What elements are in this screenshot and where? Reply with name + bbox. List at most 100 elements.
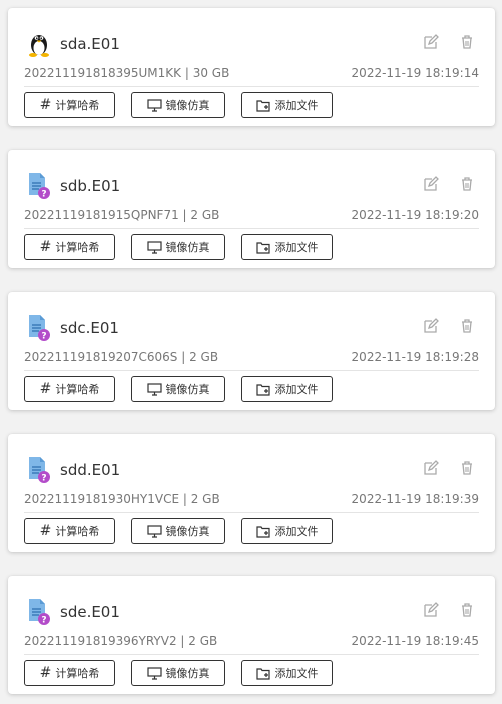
mirror-emulation-button[interactable]: 镜像仿真	[131, 660, 225, 686]
mirror-emulation-button[interactable]: 镜像仿真	[131, 234, 225, 260]
image-id-size: 20221119181915QPNF71 | 2 GB	[24, 208, 220, 222]
mirror-emulation-button[interactable]: 镜像仿真	[131, 376, 225, 402]
image-timestamp: 2022-11-19 18:19:28	[351, 350, 479, 364]
monitor-icon	[146, 524, 162, 538]
image-name: sdb.E01	[60, 177, 121, 195]
monitor-icon	[146, 98, 162, 112]
hash-icon: #	[39, 523, 52, 539]
image-timestamp: 2022-11-19 18:19:45	[351, 634, 479, 648]
delete-icon[interactable]	[459, 460, 475, 476]
image-card: ? sdd.E01 20221119181930HY1VCE | 2 GB 20…	[8, 434, 495, 552]
svg-text:?: ?	[41, 332, 46, 342]
card-buttons: # 计算哈希 镜像仿真 添加文件	[24, 660, 333, 686]
mirror-emulation-label: 镜像仿真	[165, 667, 210, 680]
hash-icon: #	[39, 665, 52, 681]
delete-icon[interactable]	[459, 318, 475, 334]
add-folder-icon	[255, 383, 270, 396]
compute-hash-button[interactable]: # 计算哈希	[24, 92, 115, 118]
divider	[24, 370, 479, 371]
unknown-document-icon: ?	[26, 171, 52, 201]
add-file-label: 添加文件	[274, 241, 319, 254]
card-buttons: # 计算哈希 镜像仿真 添加文件	[24, 92, 333, 118]
image-card: ? sdc.E01 202211191819207C606S | 2 GB 20…	[8, 292, 495, 410]
card-actions	[423, 34, 475, 50]
card-actions	[423, 460, 475, 476]
mirror-emulation-button[interactable]: 镜像仿真	[131, 518, 225, 544]
card-meta: 20221119181930HY1VCE | 2 GB 2022-11-19 1…	[24, 492, 479, 506]
compute-hash-button[interactable]: # 计算哈希	[24, 660, 115, 686]
hash-icon: #	[39, 381, 52, 397]
add-folder-icon	[255, 99, 270, 112]
card-meta: 202211191818395UM1KK | 30 GB 2022-11-19 …	[24, 66, 479, 80]
card-header: ? sdb.E01	[26, 170, 120, 202]
add-file-label: 添加文件	[274, 667, 319, 680]
image-name: sda.E01	[60, 35, 120, 53]
image-timestamp: 2022-11-19 18:19:14	[351, 66, 479, 80]
image-card-list: sda.E01 202211191818395UM1KK | 30 GB 202…	[0, 0, 502, 704]
edit-icon[interactable]	[423, 176, 439, 192]
unknown-document-icon: ?	[26, 597, 52, 627]
mirror-emulation-label: 镜像仿真	[165, 99, 210, 112]
add-folder-icon	[255, 525, 270, 538]
card-header: ? sde.E01	[26, 596, 120, 628]
card-actions	[423, 602, 475, 618]
image-timestamp: 2022-11-19 18:19:20	[351, 208, 479, 222]
monitor-icon	[146, 240, 162, 254]
image-id-size: 202211191819207C606S | 2 GB	[24, 350, 219, 364]
card-actions	[423, 318, 475, 334]
mirror-emulation-button[interactable]: 镜像仿真	[131, 92, 225, 118]
image-name: sde.E01	[60, 603, 120, 621]
image-card: sda.E01 202211191818395UM1KK | 30 GB 202…	[8, 8, 495, 126]
compute-hash-label: 计算哈希	[55, 99, 100, 112]
delete-icon[interactable]	[459, 34, 475, 50]
delete-icon[interactable]	[459, 602, 475, 618]
linux-penguin-icon	[26, 29, 52, 59]
card-header: ? sdd.E01	[26, 454, 120, 486]
card-buttons: # 计算哈希 镜像仿真 添加文件	[24, 518, 333, 544]
edit-icon[interactable]	[423, 602, 439, 618]
compute-hash-label: 计算哈希	[55, 383, 100, 396]
edit-icon[interactable]	[423, 318, 439, 334]
add-file-label: 添加文件	[274, 99, 319, 112]
add-file-button[interactable]: 添加文件	[241, 92, 333, 118]
card-header: ? sdc.E01	[26, 312, 119, 344]
add-folder-icon	[255, 241, 270, 254]
divider	[24, 228, 479, 229]
card-header: sda.E01	[26, 28, 120, 60]
add-file-label: 添加文件	[274, 383, 319, 396]
card-buttons: # 计算哈希 镜像仿真 添加文件	[24, 376, 333, 402]
card-meta: 202211191819396YRYV2 | 2 GB 2022-11-19 1…	[24, 634, 479, 648]
compute-hash-button[interactable]: # 计算哈希	[24, 518, 115, 544]
delete-icon[interactable]	[459, 176, 475, 192]
card-actions	[423, 176, 475, 192]
image-id-size: 202211191819396YRYV2 | 2 GB	[24, 634, 218, 648]
card-meta: 202211191819207C606S | 2 GB 2022-11-19 1…	[24, 350, 479, 364]
add-file-button[interactable]: 添加文件	[241, 234, 333, 260]
add-folder-icon	[255, 667, 270, 680]
divider	[24, 654, 479, 655]
image-id-size: 20221119181930HY1VCE | 2 GB	[24, 492, 220, 506]
unknown-document-icon: ?	[26, 455, 52, 485]
image-card: ? sde.E01 202211191819396YRYV2 | 2 GB 20…	[8, 576, 495, 694]
svg-text:?: ?	[41, 190, 46, 200]
mirror-emulation-label: 镜像仿真	[165, 383, 210, 396]
compute-hash-button[interactable]: # 计算哈希	[24, 234, 115, 260]
mirror-emulation-label: 镜像仿真	[165, 241, 210, 254]
divider	[24, 86, 479, 87]
hash-icon: #	[39, 97, 52, 113]
card-meta: 20221119181915QPNF71 | 2 GB 2022-11-19 1…	[24, 208, 479, 222]
compute-hash-button[interactable]: # 计算哈希	[24, 376, 115, 402]
add-file-button[interactable]: 添加文件	[241, 518, 333, 544]
edit-icon[interactable]	[423, 34, 439, 50]
monitor-icon	[146, 666, 162, 680]
image-name: sdc.E01	[60, 319, 119, 337]
add-file-button[interactable]: 添加文件	[241, 376, 333, 402]
monitor-icon	[146, 382, 162, 396]
svg-text:?: ?	[41, 616, 46, 626]
mirror-emulation-label: 镜像仿真	[165, 525, 210, 538]
edit-icon[interactable]	[423, 460, 439, 476]
divider	[24, 512, 479, 513]
card-buttons: # 计算哈希 镜像仿真 添加文件	[24, 234, 333, 260]
add-file-button[interactable]: 添加文件	[241, 660, 333, 686]
svg-text:?: ?	[41, 474, 46, 484]
